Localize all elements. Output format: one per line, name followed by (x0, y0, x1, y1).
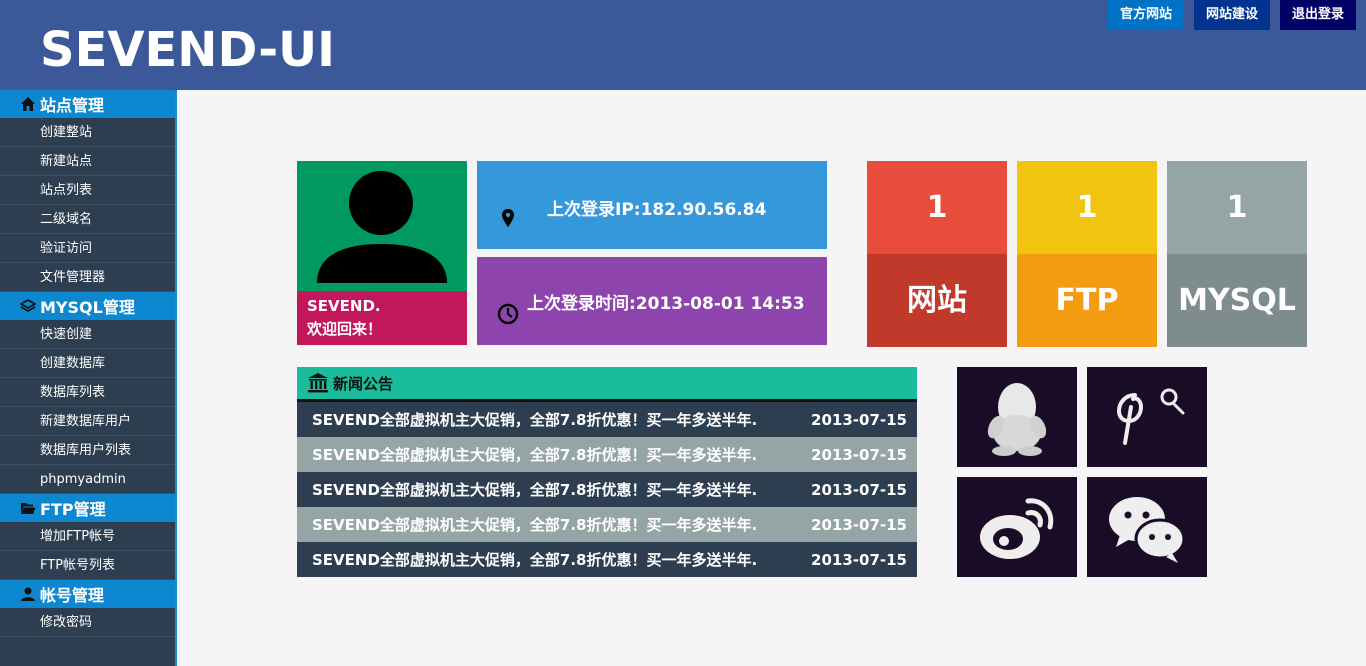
sidebar: 站点管理 创建整站 新建站点 站点列表 二级域名 验证访问 文件管理器 MYSQ… (0, 90, 177, 666)
user-icon (20, 586, 36, 602)
stat-website-count: 1 (867, 161, 1007, 254)
bank-icon (308, 373, 328, 393)
sidebar-item-ftp-list[interactable]: FTP帐号列表 (0, 551, 175, 580)
sidebar-item-change-password[interactable]: 修改密码 (0, 608, 175, 637)
sidebar-item-file-manager[interactable]: 文件管理器 (0, 263, 175, 292)
stat-ftp[interactable]: 1 FTP (1017, 161, 1157, 347)
stat-ftp-count: 1 (1017, 161, 1157, 254)
news-panel: 新闻公告 SEVEND全部虚拟机主大促销，全部7.8折优惠！买一年多送半年. 2… (297, 367, 917, 577)
home-icon (20, 96, 36, 112)
last-login-ip-card: 上次登录IP:182.90.56.84 (477, 161, 827, 249)
sidebar-item-phpmyadmin[interactable]: phpmyadmin (0, 465, 175, 494)
stat-website-label: 网站 (867, 254, 1007, 347)
site-building-link[interactable]: 网站建设 (1193, 0, 1270, 30)
news-row[interactable]: SEVEND全部虚拟机主大促销，全部7.8折优惠！买一年多送半年. 2013-0… (297, 402, 917, 437)
news-row[interactable]: SEVEND全部虚拟机主大促销，全部7.8折优惠！买一年多送半年. 2013-0… (297, 437, 917, 472)
clock-icon (497, 303, 519, 325)
logo: SEVEND-UI (40, 22, 335, 78)
sidebar-head-mysql[interactable]: MYSQL管理 (0, 292, 175, 320)
last-login-time-card: 上次登录时间:2013-08-01 14:53 (477, 257, 827, 345)
sidebar-head-site[interactable]: 站点管理 (0, 90, 175, 118)
sidebar-item-create-full-site[interactable]: 创建整站 (0, 118, 175, 147)
sidebar-head-label: MYSQL管理 (40, 298, 135, 317)
sidebar-head-label: 帐号管理 (40, 586, 105, 605)
qq-tile[interactable] (957, 367, 1077, 467)
last-login-time: 上次登录时间:2013-08-01 14:53 (527, 294, 805, 314)
stat-mysql-count: 1 (1167, 161, 1307, 254)
sidebar-item-create-db[interactable]: 创建数据库 (0, 349, 175, 378)
qq-icon (987, 383, 1047, 456)
news-row-text: SEVEND全部虚拟机主大促销，全部7.8折优惠！买一年多送半年. (312, 446, 758, 464)
header: SEVEND-UI 官方网站 网站建设 退出登录 (0, 0, 1366, 90)
sidebar-item-quick-create[interactable]: 快速创建 (0, 320, 175, 349)
weibo-tile[interactable] (957, 477, 1077, 577)
news-row[interactable]: SEVEND全部虚拟机主大促销，全部7.8折优惠！买一年多送半年. 2013-0… (297, 542, 917, 577)
news-row[interactable]: SEVEND全部虚拟机主大促销，全部7.8折优惠！买一年多送半年. 2013-0… (297, 472, 917, 507)
sidebar-item-add-ftp[interactable]: 增加FTP帐号 (0, 522, 175, 551)
sidebar-item-new-site[interactable]: 新建站点 (0, 147, 175, 176)
sidebar-item-subdomain[interactable]: 二级域名 (0, 205, 175, 234)
news-row-text: SEVEND全部虚拟机主大促销，全部7.8折优惠！买一年多送半年. (312, 411, 758, 429)
news-row-date: 2013-07-15 (811, 410, 907, 429)
news-row-text: SEVEND全部虚拟机主大促销，全部7.8折优惠！买一年多送半年. (312, 551, 758, 569)
news-row-date: 2013-07-15 (811, 550, 907, 569)
stat-website[interactable]: 1 网站 (867, 161, 1007, 347)
profile-card: SEVEND. 欢迎回来！ (297, 161, 467, 345)
welcome-block: SEVEND. 欢迎回来！ (297, 291, 467, 345)
last-login-ip: 上次登录IP:182.90.56.84 (547, 200, 767, 220)
sidebar-item-new-db-user[interactable]: 新建数据库用户 (0, 407, 175, 436)
stat-mysql-label: MYSQL (1167, 254, 1307, 347)
sidebar-item-site-list[interactable]: 站点列表 (0, 176, 175, 205)
stat-ftp-label: FTP (1017, 254, 1157, 347)
weibo-icon (980, 498, 1054, 559)
news-row-text: SEVEND全部虚拟机主大促销，全部7.8折优惠！买一年多送半年. (312, 481, 758, 499)
sidebar-head-label: FTP管理 (40, 500, 106, 519)
news-row[interactable]: SEVEND全部虚拟机主大促销，全部7.8折优惠！买一年多送半年. 2013-0… (297, 507, 917, 542)
username: SEVEND. (307, 297, 381, 315)
user-avatar-icon (317, 171, 447, 283)
pinterest-tile[interactable] (1087, 367, 1207, 467)
sidebar-head-account[interactable]: 帐号管理 (0, 580, 175, 608)
pinterest-icon (1116, 388, 1185, 445)
news-row-date: 2013-07-15 (811, 480, 907, 499)
welcome-text: 欢迎回来！ (307, 320, 383, 338)
folder-open-icon (20, 500, 36, 516)
layers-icon (20, 298, 36, 314)
stat-mysql[interactable]: 1 MYSQL (1167, 161, 1307, 347)
news-row-date: 2013-07-15 (811, 445, 907, 464)
sidebar-head-label: 站点管理 (40, 96, 105, 115)
map-pin-icon (502, 209, 514, 227)
official-site-link[interactable]: 官方网站 (1107, 0, 1184, 30)
news-header: 新闻公告 (297, 367, 917, 402)
wechat-icon (1109, 497, 1186, 563)
news-row-date: 2013-07-15 (811, 515, 907, 534)
sidebar-item-db-user-list[interactable]: 数据库用户列表 (0, 436, 175, 465)
sidebar-item-db-list[interactable]: 数据库列表 (0, 378, 175, 407)
wechat-tile[interactable] (1087, 477, 1207, 577)
sidebar-head-ftp[interactable]: FTP管理 (0, 494, 175, 522)
news-row-text: SEVEND全部虚拟机主大促销，全部7.8折优惠！买一年多送半年. (312, 516, 758, 534)
logout-link[interactable]: 退出登录 (1279, 0, 1356, 30)
top-links: 官方网站 网站建设 退出登录 (1107, 0, 1356, 30)
sidebar-item-verify-access[interactable]: 验证访问 (0, 234, 175, 263)
news-title: 新闻公告 (333, 374, 394, 393)
